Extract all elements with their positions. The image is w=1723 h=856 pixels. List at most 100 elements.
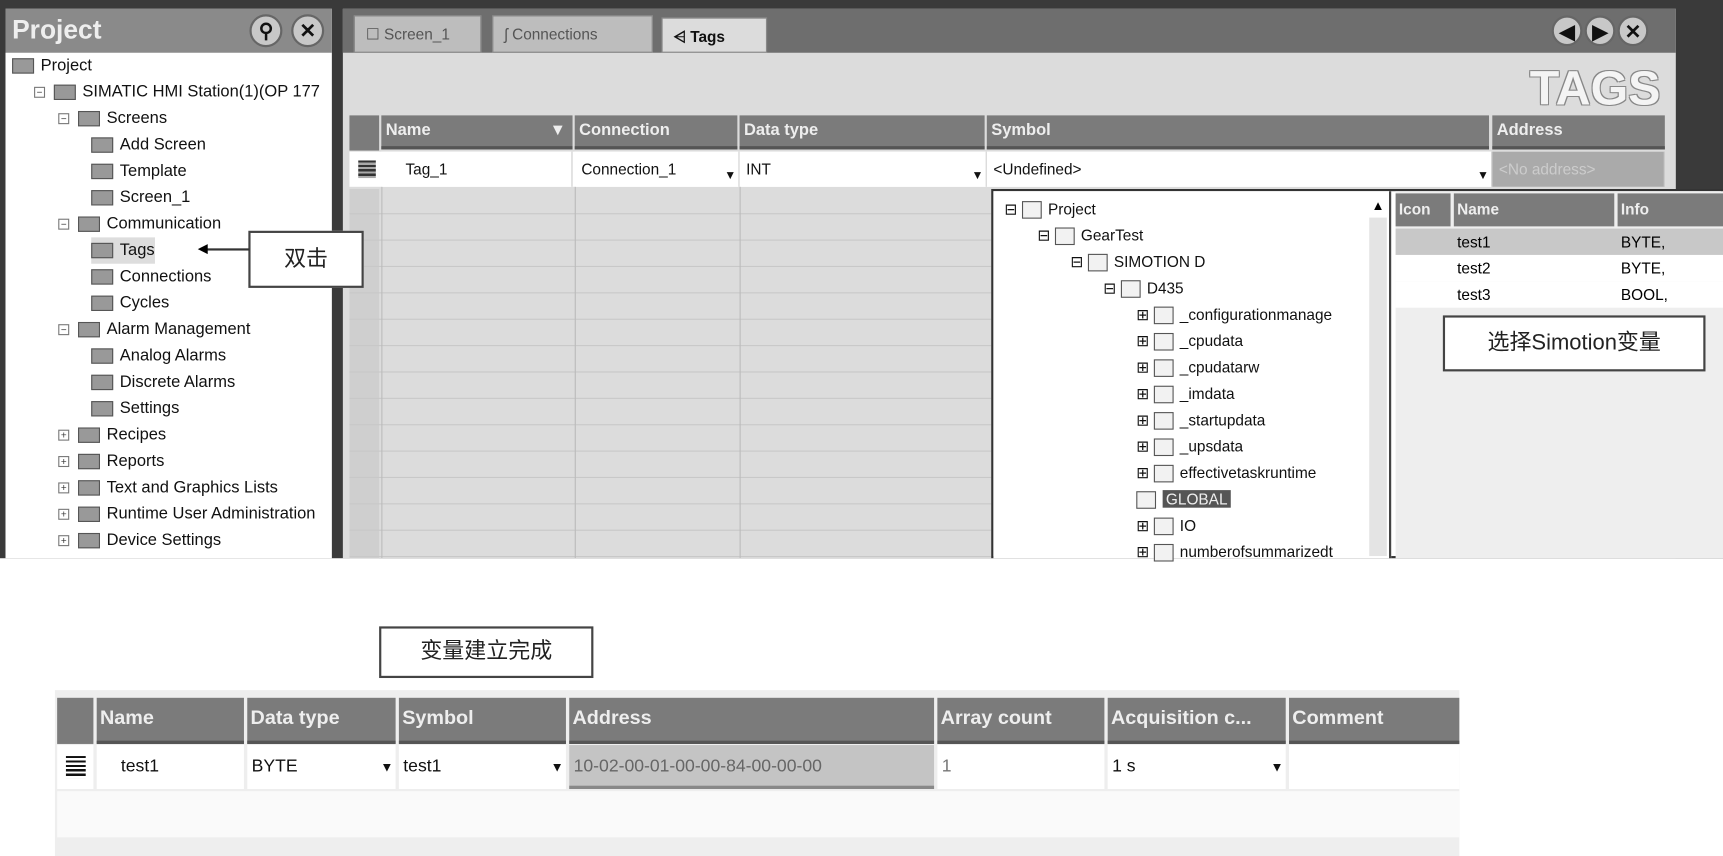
row-handle-icon[interactable] — [65, 756, 86, 779]
acquisition-cycle-select[interactable]: 1 s ▼ — [1107, 745, 1286, 790]
expand-toggle-icon[interactable]: ⊟ — [1103, 279, 1120, 297]
symbol-tree-item[interactable]: ⊟ GearTest — [1037, 222, 1143, 248]
expand-toggle-icon[interactable]: ⊟ — [1037, 226, 1054, 244]
expand-toggle-icon[interactable]: ⊞ — [1136, 516, 1153, 534]
tree-item[interactable]: Text and Graphics Lists — [78, 475, 278, 501]
expand-toggle-icon[interactable]: ⊞ — [1136, 543, 1153, 561]
col-array-count[interactable]: Array count — [937, 697, 1105, 744]
expand-toggle-icon[interactable]: ⊞ — [1136, 437, 1153, 455]
table-row[interactable]: Tag_1 Connection_1 ▼ INT ▼ <Undefined> ▼ <N… — [349, 151, 1665, 187]
tree-item[interactable]: Runtime User Administration — [78, 501, 315, 527]
tab-screen-1[interactable]: ☐ Screen_1 — [353, 15, 482, 53]
chevron-down-icon[interactable]: ▼ — [380, 745, 393, 789]
expand-toggle-icon[interactable]: ⊞ — [1136, 464, 1153, 482]
symbol-tree-item[interactable]: ⊞ _cpudatarw — [1136, 354, 1259, 380]
tree-item[interactable]: Device Settings — [78, 527, 221, 553]
tab-connections[interactable]: ʃ Connections — [492, 15, 653, 53]
col-acquisition-cycle[interactable]: Acquisition c... — [1107, 697, 1286, 744]
scroll-up-icon[interactable]: ▲ — [1372, 198, 1385, 213]
col-icon[interactable]: Icon — [1395, 193, 1451, 227]
col-address[interactable]: Address — [1492, 115, 1665, 150]
comment-cell[interactable] — [1289, 745, 1460, 790]
tab-tags[interactable]: ⩤ Tags — [661, 17, 768, 53]
previous-icon[interactable]: ◀ — [1551, 15, 1583, 47]
expand-toggle-icon[interactable]: + — [58, 535, 70, 547]
expand-toggle-icon[interactable]: ⊞ — [1136, 385, 1153, 403]
col-info[interactable]: Info — [1617, 193, 1723, 227]
tag-name-cell[interactable]: Tag_1 — [381, 151, 573, 187]
chevron-down-icon[interactable]: ▼ — [551, 745, 564, 789]
expand-toggle-icon[interactable]: + — [58, 508, 70, 520]
symbol-tree-item[interactable]: ⊞ _upsdata — [1136, 433, 1243, 459]
tree-item[interactable]: Screen_1 — [91, 185, 190, 211]
close-editor-icon[interactable]: ✕ — [1617, 15, 1649, 47]
tree-item[interactable]: SIMATIC HMI Station(1)(OP 177 — [53, 79, 320, 105]
pin-icon[interactable]: ⚲ — [249, 14, 283, 48]
expand-toggle-icon[interactable]: − — [58, 324, 70, 336]
tree-item[interactable]: Tags — [91, 237, 155, 264]
data-type-select[interactable]: INT ▼ — [739, 151, 987, 187]
expand-toggle-icon[interactable]: ⊞ — [1136, 358, 1153, 376]
expand-toggle-icon[interactable]: − — [58, 218, 70, 230]
tree-item[interactable]: Communication — [78, 211, 221, 237]
chevron-down-icon[interactable]: ▼ — [972, 158, 984, 193]
symbol-tree-item[interactable]: ⊞ _startupdata — [1136, 407, 1265, 433]
tree-item[interactable]: Discrete Alarms — [91, 369, 235, 395]
array-count-cell[interactable]: 1 — [937, 745, 1105, 790]
col-connection[interactable]: Connection — [574, 115, 738, 150]
col-name[interactable]: Name ▼ — [381, 115, 573, 150]
tree-item[interactable]: Screens — [78, 105, 167, 131]
symbol-tree-item[interactable]: ⊟ SIMOTION D — [1070, 248, 1205, 274]
symbol-tree-item[interactable]: ⊞ effectivetaskruntime — [1136, 459, 1316, 485]
expand-toggle-icon[interactable]: ⊟ — [1070, 253, 1087, 271]
col-address[interactable]: Address — [569, 697, 935, 744]
col-comment[interactable]: Comment — [1289, 697, 1460, 744]
tree-item[interactable]: Project — [12, 53, 92, 79]
next-icon[interactable]: ▶ — [1584, 15, 1616, 47]
col-data-type[interactable]: Data type — [739, 115, 985, 150]
tree-item[interactable]: Analog Alarms — [91, 343, 226, 369]
tree-item[interactable]: Reports — [78, 448, 164, 474]
expand-toggle-icon[interactable]: + — [58, 482, 70, 494]
tree-item[interactable]: Cycles — [91, 290, 169, 316]
tree-item[interactable]: Connections — [91, 264, 211, 290]
tree-item[interactable]: Template — [91, 158, 187, 184]
symbol-select[interactable]: <Undefined> ▼ — [986, 151, 1493, 187]
col-symbol[interactable]: Symbol — [398, 697, 566, 744]
data-type-select[interactable]: BYTE ▼ — [247, 745, 396, 790]
symbol-list-row[interactable]: test2 BYTE, — [1395, 254, 1723, 282]
tree-item[interactable]: Alarm Management — [78, 316, 250, 342]
col-symbol[interactable]: Symbol — [986, 115, 1490, 150]
chevron-down-icon[interactable]: ▼ — [1270, 745, 1283, 789]
expand-toggle-icon[interactable]: ⊟ — [1004, 200, 1021, 218]
symbol-list-row[interactable]: test1 BYTE, — [1395, 228, 1723, 255]
expand-toggle-icon[interactable]: − — [58, 113, 70, 125]
symbol-select[interactable]: test1 ▼ — [398, 745, 566, 790]
expand-toggle-icon[interactable]: ⊞ — [1136, 411, 1153, 429]
col-name[interactable]: Name — [1453, 193, 1615, 227]
symbol-tree-item[interactable]: ⊞ numberofsummarizedt — [1136, 538, 1333, 564]
chevron-down-icon[interactable]: ▼ — [724, 158, 736, 193]
symbol-tree-item[interactable]: GLOBAL — [1136, 486, 1231, 512]
row-handle[interactable] — [57, 745, 94, 790]
expand-toggle-icon[interactable]: − — [34, 86, 46, 98]
expand-toggle-icon[interactable]: + — [58, 456, 70, 468]
col-name[interactable]: Name — [96, 697, 244, 744]
expand-toggle-icon[interactable]: ⊞ — [1136, 305, 1153, 323]
symbol-tree-item[interactable]: ⊞ _imdata — [1136, 380, 1235, 406]
symbol-list-row[interactable]: test3 BOOL, — [1395, 281, 1723, 308]
col-data-type[interactable]: Data type — [247, 697, 396, 744]
empty-row[interactable] — [57, 791, 1460, 838]
symbol-tree-item[interactable]: ⊟ Project — [1004, 196, 1096, 222]
symbol-tree-item[interactable]: ⊞ _configurationmanage — [1136, 301, 1332, 327]
name-cell[interactable]: test1 — [96, 745, 244, 790]
tree-item[interactable]: Settings — [91, 396, 179, 422]
scrollbar[interactable] — [1369, 217, 1387, 557]
expand-toggle-icon[interactable]: + — [58, 429, 70, 441]
expand-toggle-icon[interactable]: ⊞ — [1136, 332, 1153, 350]
symbol-tree-item[interactable]: ⊞ IO — [1136, 512, 1196, 538]
tree-item[interactable]: Add Screen — [91, 132, 206, 158]
connection-select[interactable]: Connection_1 ▼ — [574, 151, 740, 187]
symbol-tree-item[interactable]: ⊟ D435 — [1103, 275, 1184, 301]
row-handle-icon[interactable] — [358, 160, 376, 179]
